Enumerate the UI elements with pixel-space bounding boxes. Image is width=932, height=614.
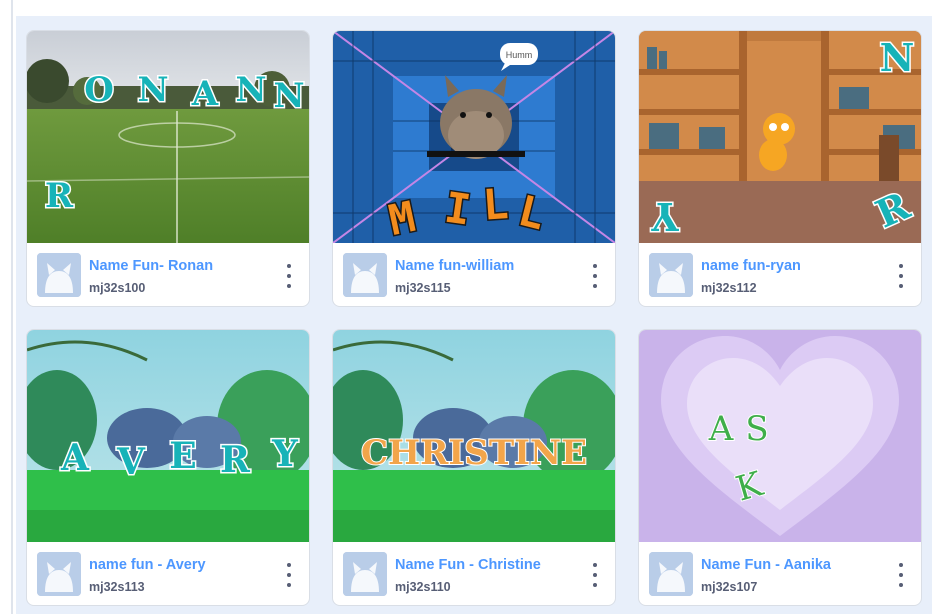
project-username[interactable]: mj32s113: [89, 580, 145, 594]
thumb-letter: N: [880, 35, 915, 80]
project-thumbnail[interactable]: N Y R: [639, 31, 921, 243]
project-info: name fun-ryan mj32s112: [639, 243, 921, 306]
scratch-cat-avatar-icon[interactable]: [649, 253, 693, 297]
thumb-letter: S: [745, 409, 768, 449]
project-info: Name Fun - Aanika mj32s107: [639, 542, 921, 605]
thumb-letter: L: [481, 179, 510, 230]
thumb-letter: Y: [651, 194, 680, 239]
thumb-letter: R: [45, 176, 74, 216]
project-thumbnail[interactable]: O N A N N R: [27, 31, 309, 243]
project-thumbnail[interactable]: Humm M I L L: [333, 31, 615, 243]
thumb-letter: Y: [271, 433, 299, 475]
project-thumbnail[interactable]: CHRISTINE: [333, 330, 615, 542]
thumb-letter: K: [732, 464, 768, 510]
thumb-letter: N: [273, 76, 304, 116]
more-vertical-icon[interactable]: [891, 563, 911, 587]
thumb-letter: R: [220, 439, 251, 481]
thumb-letter: A: [708, 409, 734, 449]
project-info: name fun - Avery mj32s113: [27, 542, 309, 605]
project-card[interactable]: N Y R name fun-ryan mj32s112: [638, 30, 922, 307]
project-title-link[interactable]: Name Fun- Ronan: [89, 258, 213, 274]
project-grid: O N A N N R Name Fun- Ronan mj32s100 Hum…: [16, 16, 932, 614]
more-vertical-icon[interactable]: [585, 264, 605, 288]
project-title-link[interactable]: Name fun-william: [395, 258, 514, 274]
thumb-letter: N: [235, 70, 266, 110]
more-vertical-icon[interactable]: [585, 563, 605, 587]
project-username[interactable]: mj32s112: [701, 281, 757, 295]
thumb-letter: V: [116, 441, 146, 483]
project-username[interactable]: mj32s115: [395, 281, 451, 295]
project-gallery-page: O N A N N R Name Fun- Ronan mj32s100 Hum…: [0, 0, 932, 614]
project-card[interactable]: A V E R Y name fun - Avery mj32s113: [26, 329, 310, 606]
thumb-letter: E: [169, 435, 196, 477]
project-title-link[interactable]: name fun - Avery: [89, 557, 206, 573]
project-title-link[interactable]: name fun-ryan: [701, 258, 801, 274]
scratch-cat-avatar-icon[interactable]: [343, 552, 387, 596]
thumb-name-text: CHRISTINE: [361, 433, 587, 473]
project-title-link[interactable]: Name Fun - Aanika: [701, 557, 831, 573]
sidebar-divider: [11, 0, 13, 614]
project-card[interactable]: O N A N N R Name Fun- Ronan mj32s100: [26, 30, 310, 307]
project-thumbnail[interactable]: A V E R Y: [27, 330, 309, 542]
speech-bubble-text: Humm: [506, 50, 533, 60]
scratch-cat-avatar-icon[interactable]: [37, 552, 81, 596]
project-username[interactable]: mj32s107: [701, 580, 757, 594]
thumb-letter: A: [191, 74, 219, 114]
more-vertical-icon[interactable]: [279, 563, 299, 587]
project-info: Name Fun - Christine mj32s110: [333, 542, 615, 605]
project-card[interactable]: A S K Name Fun - Aanika mj32s107: [638, 329, 922, 606]
project-title-link[interactable]: Name Fun - Christine: [395, 557, 541, 573]
scratch-cat-avatar-icon[interactable]: [37, 253, 81, 297]
thumb-letter: O: [84, 70, 114, 110]
project-username[interactable]: mj32s100: [89, 281, 145, 295]
project-info: Name fun-william mj32s115: [333, 243, 615, 306]
scratch-cat-avatar-icon[interactable]: [343, 253, 387, 297]
project-thumbnail[interactable]: A S K: [639, 330, 921, 542]
more-vertical-icon[interactable]: [891, 264, 911, 288]
thumb-letter: R: [869, 182, 917, 236]
thumb-letter: N: [137, 70, 168, 110]
more-vertical-icon[interactable]: [279, 264, 299, 288]
project-card[interactable]: CHRISTINE Name Fun - Christine mj32s110: [332, 329, 616, 606]
scratch-cat-avatar-icon[interactable]: [649, 552, 693, 596]
thumb-letter: A: [60, 437, 90, 479]
project-username[interactable]: mj32s110: [395, 580, 451, 594]
project-info: Name Fun- Ronan mj32s100: [27, 243, 309, 306]
project-card[interactable]: Humm M I L L Name fun-william mj32s115: [332, 30, 616, 307]
